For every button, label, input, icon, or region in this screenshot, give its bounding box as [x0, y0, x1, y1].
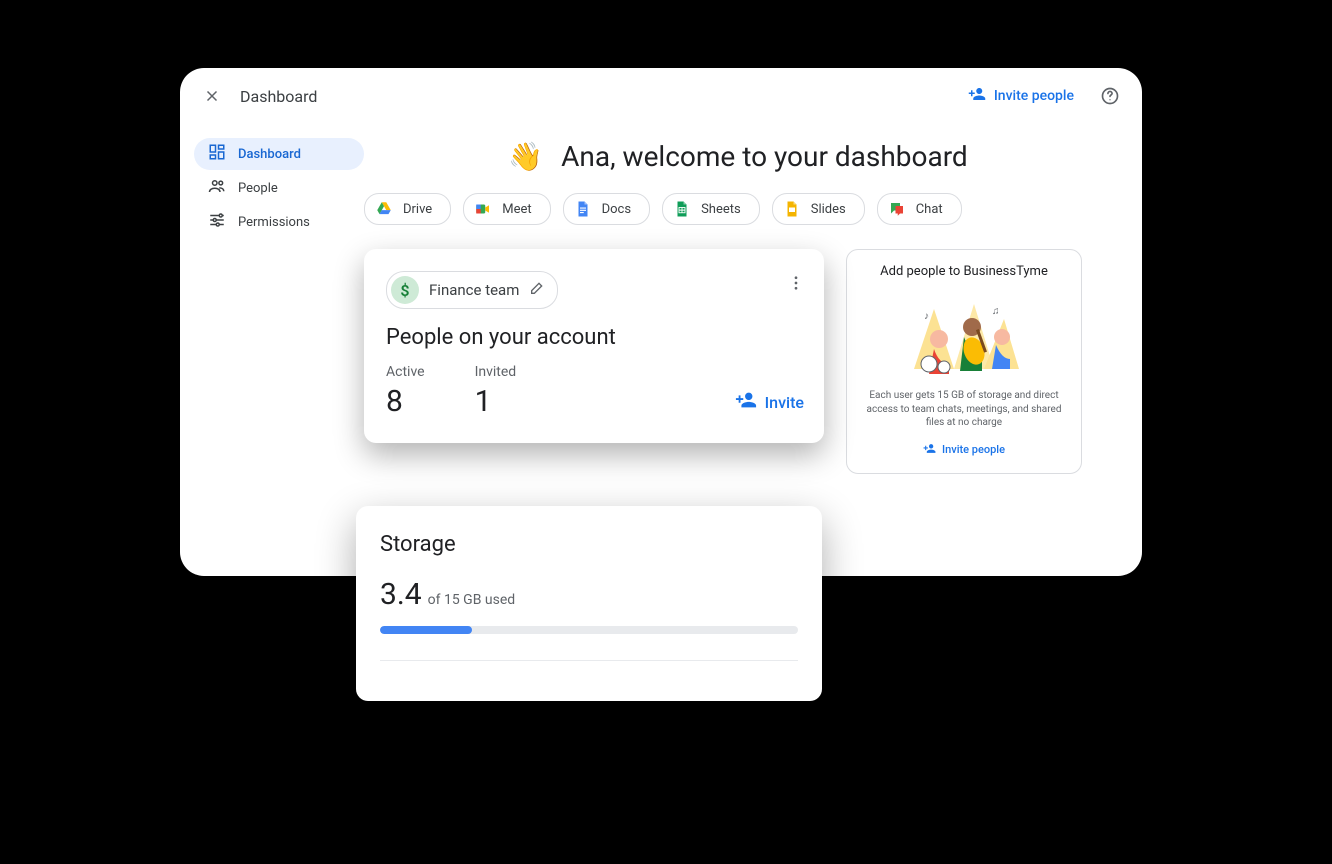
app-chip-sheets[interactable]: Sheets [662, 193, 760, 225]
drive-icon [375, 200, 393, 218]
dashboard-icon [208, 143, 226, 165]
sidebar-item-label: Dashboard [238, 147, 301, 162]
storage-card: Storage 3.4 of 15 GB used [356, 506, 822, 701]
chip-label: Chat [916, 202, 943, 217]
sidebar-item-dashboard[interactable]: Dashboard [194, 138, 364, 170]
people-card: $ Finance team People on your account Ac… [364, 249, 824, 443]
topbar: Dashboard Invite people [180, 68, 1142, 124]
promo-invite-link[interactable]: Invite people [923, 442, 1005, 458]
chat-icon [888, 200, 906, 218]
close-icon[interactable] [198, 82, 226, 110]
stat-label: Invited [475, 364, 517, 380]
stat-value: 1 [475, 384, 517, 419]
team-chip[interactable]: $ Finance team [386, 271, 558, 309]
storage-suffix: of 15 GB used [428, 592, 516, 608]
storage-progress-bar [380, 626, 798, 634]
app-chip-meet[interactable]: Meet [463, 193, 550, 225]
chip-label: Sheets [701, 202, 741, 217]
invite-label: Invite [765, 393, 804, 412]
stat-value: 8 [386, 384, 425, 419]
invite-people-button[interactable]: Invite people [968, 85, 1074, 107]
main-content: 👋 Ana, welcome to your dashboard Drive [364, 124, 1142, 474]
tune-icon [208, 211, 226, 233]
svg-text:♫: ♫ [992, 306, 1000, 317]
invite-button[interactable]: Invite [735, 389, 804, 415]
add-people-promo-card: Add people to BusinessTyme [846, 249, 1082, 474]
more-menu-icon[interactable] [782, 269, 810, 297]
band-illustration: ♪ ♫ [904, 289, 1024, 379]
promo-title: Add people to BusinessTyme [859, 264, 1069, 279]
storage-title: Storage [380, 532, 798, 557]
admin-dashboard-window: Dashboard Invite people Dashboard [180, 68, 1142, 576]
stat-active: Active 8 [386, 364, 425, 419]
sheets-icon [673, 200, 691, 218]
breadcrumb: Dashboard [240, 87, 317, 106]
app-chip-slides[interactable]: Slides [772, 193, 865, 225]
help-icon[interactable] [1096, 82, 1124, 110]
wave-emoji: 👋 [508, 140, 543, 173]
storage-value: 3.4 [380, 577, 422, 612]
app-chip-docs[interactable]: Docs [563, 193, 650, 225]
divider [380, 660, 798, 661]
slides-icon [783, 200, 801, 218]
welcome-heading: 👋 Ana, welcome to your dashboard [364, 140, 1112, 173]
docs-icon [574, 200, 592, 218]
promo-link-label: Invite people [942, 443, 1005, 456]
edit-icon[interactable] [529, 280, 545, 300]
app-chip-chat[interactable]: Chat [877, 193, 962, 225]
sidebar-item-people[interactable]: People [194, 172, 364, 204]
people-card-title: People on your account [386, 325, 804, 350]
app-chip-drive[interactable]: Drive [364, 193, 451, 225]
svg-text:♪: ♪ [924, 311, 929, 322]
stat-label: Active [386, 364, 425, 380]
sidebar: Dashboard People Permissions [180, 124, 364, 240]
chip-label: Docs [602, 202, 631, 217]
team-name: Finance team [429, 281, 519, 299]
sidebar-item-label: Permissions [238, 215, 310, 230]
chip-label: Drive [403, 202, 432, 217]
dollar-badge-icon: $ [391, 276, 419, 304]
invite-people-label: Invite people [994, 88, 1074, 104]
person-add-icon [923, 442, 936, 458]
welcome-text: Ana, welcome to your dashboard [561, 140, 968, 173]
storage-progress-fill [380, 626, 472, 634]
person-add-icon [735, 389, 757, 415]
people-icon [208, 177, 226, 199]
sidebar-item-permissions[interactable]: Permissions [194, 206, 364, 238]
stat-invited: Invited 1 [475, 364, 517, 419]
sidebar-item-label: People [238, 181, 278, 196]
chip-label: Slides [811, 202, 846, 217]
person-add-icon [968, 85, 986, 107]
promo-description: Each user gets 15 GB of storage and dire… [859, 389, 1069, 430]
meet-icon [474, 200, 492, 218]
app-shortcuts: Drive Meet Docs [364, 193, 1112, 225]
chip-label: Meet [502, 202, 531, 217]
